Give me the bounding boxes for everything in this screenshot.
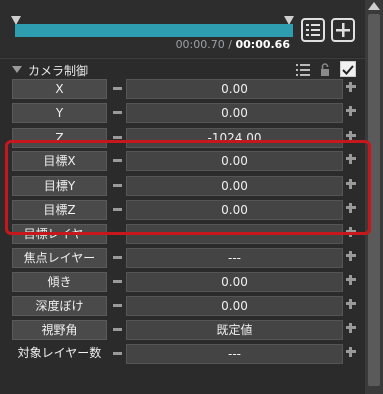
decrement-icon[interactable] [113, 352, 122, 355]
decrement-icon[interactable] [113, 136, 122, 139]
enable-checkbox[interactable] [340, 61, 356, 77]
time-readout: 00:00.70 / 00:00.66 [140, 38, 290, 51]
time-current: 00:00.70 [175, 38, 225, 51]
add-button[interactable] [331, 18, 355, 42]
timeline-progress-fill [15, 24, 293, 37]
increment-icon[interactable] [346, 106, 356, 116]
increment-icon[interactable] [346, 323, 356, 333]
parameter-label-button[interactable]: 傾き [12, 272, 107, 292]
parameter-value-field[interactable]: 0.00 [126, 272, 343, 292]
timeline-bar: 00:00.70 / 00:00.66 [0, 0, 365, 56]
parameter-value-field[interactable]: 0.00 [126, 296, 343, 316]
parameter-row: 深度ぼけ 0.00 [0, 295, 365, 317]
time-total: 00:00.66 [235, 38, 290, 51]
section-title: カメラ制御 [28, 64, 89, 78]
decrement-icon[interactable] [113, 280, 122, 283]
plus-icon [336, 23, 350, 37]
parameter-value-field[interactable]: 0.00 [126, 79, 343, 99]
parameter-row: 傾き 0.00 [0, 271, 365, 293]
increment-icon[interactable] [346, 275, 356, 285]
increment-icon[interactable] [346, 347, 356, 357]
parameter-label-button[interactable]: 視野角 [12, 320, 107, 340]
collapse-arrow-icon[interactable] [12, 66, 22, 73]
parameter-label-button[interactable]: 焦点レイヤー [12, 248, 107, 268]
parameter-value-field[interactable]: 既定値 [126, 320, 343, 340]
time-separator: / [228, 38, 232, 51]
parameter-label-button[interactable]: 深度ぼけ [12, 296, 107, 316]
lock-icon[interactable] [320, 63, 330, 76]
parameter-label-button: 対象レイヤー数 [17, 346, 102, 360]
list-icon [306, 24, 320, 36]
highlight-box [5, 140, 371, 235]
decrement-icon[interactable] [113, 304, 122, 307]
parameter-row: X 0.00 [0, 78, 365, 100]
parameter-value-field[interactable]: --- [126, 248, 343, 268]
parameter-row: 焦点レイヤー --- [0, 247, 365, 269]
decrement-icon[interactable] [113, 87, 122, 90]
increment-icon[interactable] [346, 82, 356, 92]
list-icon[interactable] [296, 64, 310, 76]
timeline-progress-track[interactable] [15, 24, 293, 37]
list-menu-button[interactable] [301, 18, 325, 42]
increment-icon[interactable] [346, 299, 356, 309]
parameter-row: 視野角 既定値 [0, 319, 365, 341]
parameter-label-button[interactable]: X [12, 79, 107, 99]
parameter-value-field[interactable]: --- [126, 344, 343, 364]
parameter-value-field[interactable]: 0.00 [126, 103, 343, 123]
parameter-row: 対象レイヤー数 --- [0, 343, 365, 365]
panel-empty-area [0, 368, 365, 394]
scroll-up-icon[interactable] [368, 2, 380, 10]
decrement-icon[interactable] [113, 256, 122, 259]
parameter-label-button[interactable]: Y [12, 103, 107, 123]
increment-icon[interactable] [346, 251, 356, 261]
checkmark-icon [342, 65, 354, 75]
decrement-icon[interactable] [113, 111, 122, 114]
parameter-row: Y 0.00 [0, 102, 365, 124]
decrement-icon[interactable] [113, 328, 122, 331]
